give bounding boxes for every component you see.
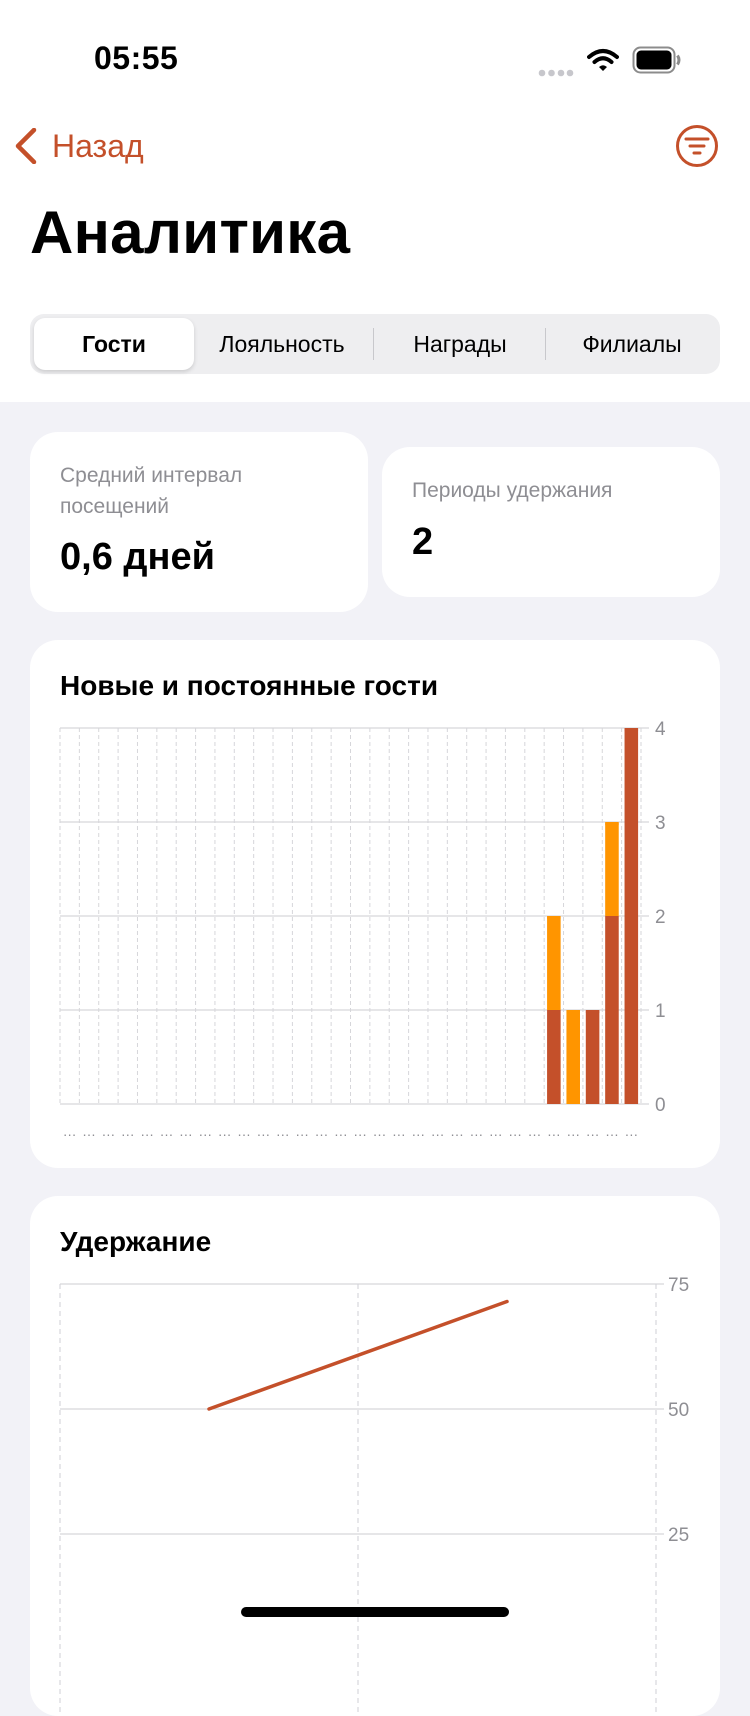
- y-tick-label: 0: [655, 1095, 666, 1116]
- x-tick-label: …: [469, 1123, 483, 1139]
- y-tick-label: 1: [655, 1001, 666, 1022]
- x-tick-label: …: [586, 1123, 600, 1139]
- x-tick-label: …: [334, 1123, 348, 1139]
- chart-card-new-returning-guests: Новые и постоянные гости 0 1 2 3 4……………………………: [30, 640, 720, 1168]
- bar-segment: [547, 1010, 561, 1104]
- bar-cap: [605, 822, 619, 826]
- back-label: Назад: [52, 127, 144, 164]
- x-tick-label: …: [353, 1123, 367, 1139]
- filter-button[interactable]: [675, 124, 719, 168]
- x-tick-label: …: [121, 1123, 135, 1139]
- bar-segment: [624, 728, 639, 1104]
- x-tick-label: …: [256, 1123, 270, 1139]
- bar-segment: [605, 916, 619, 1104]
- bar-cap: [585, 1010, 600, 1014]
- stat-label: Средний интервал посещений: [60, 464, 243, 518]
- stacked-bar-chart: 0 1 2 3 4 … … … … … … … … … … … … … … … … … … … … … … … … … … … … … …: [59, 719, 666, 1139]
- x-tick-label: …: [276, 1123, 290, 1139]
- stat-label: Периоды удержания: [412, 479, 613, 502]
- bar-segment: [566, 1010, 580, 1104]
- tab-divider: [373, 328, 374, 360]
- x-tick-label: …: [373, 1123, 387, 1139]
- y-tick-label: 75: [668, 1275, 689, 1296]
- signal-dots-icon: [538, 64, 574, 82]
- x-tick-label: …: [566, 1123, 580, 1139]
- wifi-icon: [587, 48, 619, 77]
- x-tick-label: …: [198, 1123, 212, 1139]
- stat-card-avg-interval: Средний интервал посещений 0,6 дней: [30, 432, 368, 612]
- x-tick-label: …: [624, 1123, 638, 1139]
- y-tick-label: 2: [655, 907, 666, 928]
- tab-branches[interactable]: Филиалы: [548, 318, 716, 370]
- stat-card-retention-periods: Периоды удержания 2: [382, 447, 720, 597]
- y-tick-label: 3: [655, 813, 666, 834]
- x-tick-label: …: [527, 1123, 541, 1139]
- x-tick-label: …: [160, 1123, 174, 1139]
- x-tick-label: …: [82, 1123, 96, 1139]
- x-tick-label: …: [179, 1123, 193, 1139]
- x-tick-label: …: [237, 1123, 251, 1139]
- x-tick-label: …: [314, 1123, 328, 1139]
- x-tick-label: …: [605, 1123, 619, 1139]
- x-tick-label: …: [140, 1123, 154, 1139]
- stat-value: 0,6 дней: [60, 536, 215, 578]
- status-time: 05:55: [94, 40, 179, 76]
- stat-value: 2: [412, 521, 434, 563]
- bar-segment: [547, 916, 561, 1010]
- x-tick-label: …: [547, 1123, 561, 1139]
- x-tick-label: …: [450, 1123, 464, 1139]
- line-chart: 75 50 25: [59, 1275, 689, 1716]
- x-tick-label: …: [63, 1123, 77, 1139]
- bar-cap: [547, 916, 561, 920]
- chart-card-retention: Удержание 75 50 25: [30, 1196, 720, 1716]
- home-indicator: [241, 1607, 509, 1617]
- x-tick-label: …: [508, 1123, 522, 1139]
- x-tick-label: …: [101, 1123, 115, 1139]
- filter-icon: [676, 125, 718, 167]
- bar-cap: [624, 728, 639, 732]
- bar-cap: [566, 1010, 580, 1014]
- tab-guests[interactable]: Гости: [34, 318, 194, 370]
- tab-loyalty[interactable]: Лояльность: [198, 318, 366, 370]
- back-button[interactable]: Назад: [14, 124, 144, 168]
- tab-divider: [545, 328, 546, 360]
- x-tick-label: …: [431, 1123, 445, 1139]
- x-tick-label: …: [392, 1123, 406, 1139]
- chevron-left-icon: [15, 128, 37, 164]
- page-title: Аналитика: [30, 199, 351, 266]
- bar-segment: [605, 822, 619, 916]
- x-tick-label: …: [489, 1123, 503, 1139]
- x-tick-label: …: [411, 1123, 425, 1139]
- tab-bar: Гости Лояльность Награды Филиалы: [30, 314, 720, 374]
- battery-icon: [632, 46, 682, 79]
- y-tick-label: 25: [668, 1525, 689, 1546]
- tab-rewards[interactable]: Награды: [376, 318, 544, 370]
- bar-segment: [585, 1010, 600, 1104]
- y-tick-label: 4: [655, 719, 666, 740]
- x-tick-label: …: [218, 1123, 232, 1139]
- y-tick-label: 50: [668, 1400, 689, 1421]
- x-tick-label: …: [295, 1123, 309, 1139]
